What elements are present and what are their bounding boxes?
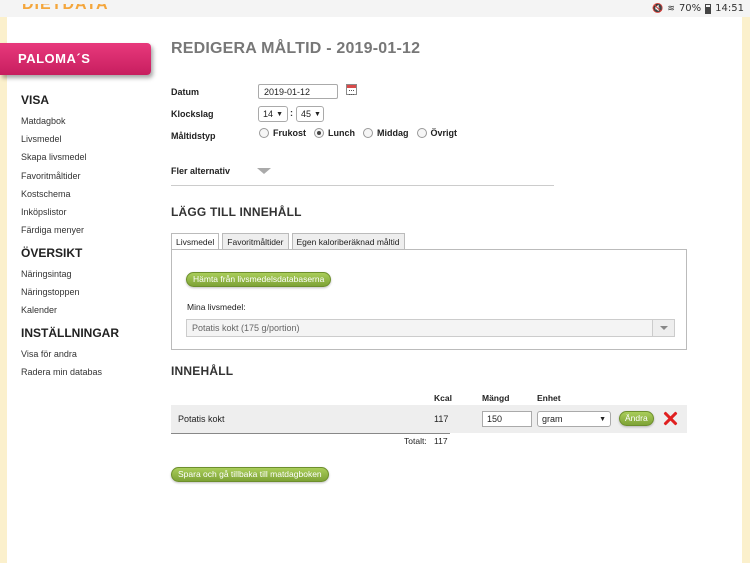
wifi-icon: ≋ [667,3,675,14]
page-title: REDIGERA MÅLTID - 2019-01-12 [171,40,421,57]
sidebar-item-skapa-livsmedel[interactable]: Skapa livsmedel [21,148,87,166]
radio-button[interactable] [259,128,269,138]
sidebar-item-kalender[interactable]: Kalender [21,301,82,319]
mealtype-option-label: Middag [377,128,409,138]
total-value: 117 [434,436,448,446]
mealtype-option-label: Frukost [273,128,307,138]
sidebar-item-kostschema[interactable]: Kostschema [21,185,87,203]
row-kcal: 117 [434,414,449,424]
chevron-down-icon[interactable] [652,320,674,336]
sidebar-item-livsmedel[interactable]: Livsmedel [21,130,87,148]
sidebar-item-naringsintag[interactable]: Näringsintag [21,265,82,283]
sidebar-item-favoritmaltider[interactable]: Favoritmåltider [21,167,87,185]
date-label: Datum [171,87,200,97]
my-foods-label: Mina livsmedel: [187,302,246,312]
mealtype-label: Måltidstyp [171,131,216,141]
chevron-down-icon: ▼ [599,415,606,423]
sidebar-heading: ÖVERSIKT [21,246,83,260]
sidebar-section-installningar: INSTÄLLNINGAR Visa för andra Radera min … [21,326,119,381]
status-bar: DIETDATA 🔇 ≋ 70% 14:51 [0,0,750,17]
content-title: INNEHÅLL [171,364,234,378]
sidebar-item-matdagbok[interactable]: Matdagbok [21,112,87,130]
calendar-icon[interactable] [346,84,357,95]
more-options-toggle[interactable]: Fler alternativ [171,166,230,176]
column-header-unit: Enhet [537,393,561,403]
add-content-title: LÄGG TILL INNEHÅLL [171,205,302,219]
mealtype-option-middag[interactable]: Middag [363,128,409,138]
radio-button[interactable] [363,128,374,138]
battery-percent: 70% [678,3,702,14]
save-and-return-button[interactable]: Spara och gå tillbaka till matdagboken [171,467,329,482]
site-logo-text: DIETDATA [22,4,109,13]
my-foods-select[interactable]: Potatis kokt (175 g/portion) [186,319,675,337]
my-foods-selected-value: Potatis kokt (175 g/portion) [192,323,300,333]
mealtype-option-ovrigt[interactable]: Övrigt [416,128,458,138]
total-label: Totalt: [404,436,427,446]
unit-value: gram [542,414,563,424]
clock: 14:51 [715,3,744,14]
minute-value: 45 [301,109,312,119]
sidebar-item-visa-for-andra[interactable]: Visa för andra [21,345,119,363]
sidebar-heading: INSTÄLLNINGAR [21,326,119,340]
sidebar-item-inkopslistor[interactable]: Inköpslistor [21,203,87,221]
mealtype-option-lunch[interactable]: Lunch [314,128,355,138]
change-button[interactable]: Ändra [619,411,654,426]
sidebar-section-visa: VISA Matdagbok Livsmedel Skapa livsmedel… [21,93,87,239]
user-brand-banner[interactable]: PALOMA´S [0,43,151,75]
chevron-down-icon: ▼ [314,110,321,118]
fetch-from-database-button[interactable]: Hämta från livsmedelsdatabaserna [186,272,332,287]
sidebar-item-radera-min-databas[interactable]: Radera min databas [21,363,119,381]
brand-label: PALOMA´S [18,51,91,66]
time-separator: : [290,108,293,118]
date-field[interactable] [258,84,338,99]
mute-icon: 🔇 [652,3,664,14]
minute-select[interactable]: 45 ▼ [296,106,324,122]
sidebar-section-oversikt: ÖVERSIKT Näringsintag Näringstoppen Kale… [21,246,82,320]
sidebar-heading: VISA [21,93,50,107]
column-header-kcal: Kcal [434,393,452,403]
sidebar-item-fardiga-menyer[interactable]: Färdiga menyer [21,221,87,239]
radio-button[interactable] [416,128,427,138]
mealtype-option-frukost[interactable]: Frukost [259,128,306,138]
expand-arrow-icon[interactable] [257,168,271,174]
mealtype-option-label: Lunch [328,128,356,138]
delete-icon[interactable] [662,410,678,426]
unit-select[interactable]: gram ▼ [537,411,611,427]
chevron-down-icon: ▼ [276,110,283,118]
mealtype-option-label: Övrigt [430,128,458,138]
total-divider [171,433,450,434]
amount-input[interactable] [482,411,532,427]
hour-value: 14 [263,109,274,119]
radio-button-selected[interactable] [314,128,325,138]
time-label: Klockslag [171,109,214,119]
sidebar-item-naringstoppen[interactable]: Näringstoppen [21,283,82,301]
site-logo[interactable]: DIETDATA [22,4,114,17]
row-food-name: Potatis kokt [178,414,225,424]
hour-select[interactable]: 14 ▼ [258,106,288,122]
battery-icon [705,3,712,14]
page-frame-right [742,0,750,563]
mealtype-radio-group: Frukost Lunch Middag Övrigt [259,128,465,138]
status-icons: 🔇 ≋ 70% 14:51 [652,3,744,14]
divider [171,185,554,186]
page-frame-left [0,0,7,563]
column-header-amount: Mängd [482,393,510,403]
